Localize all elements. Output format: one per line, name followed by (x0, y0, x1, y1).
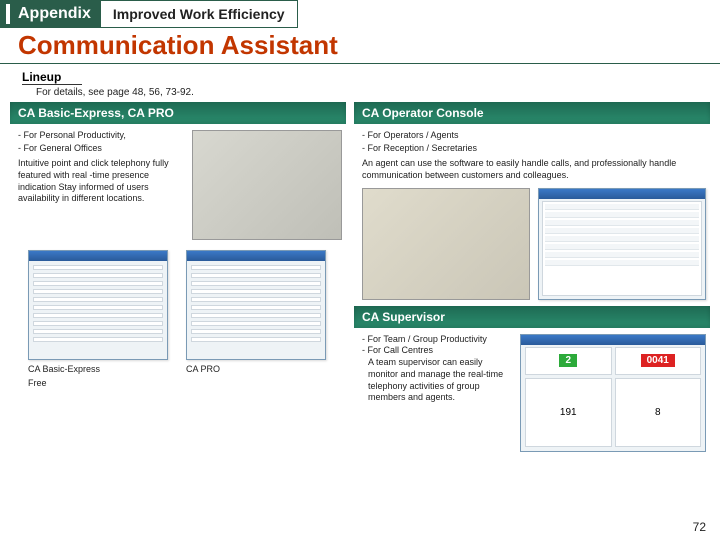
left-desc: Intuitive point and click telephony full… (18, 158, 184, 205)
dash-cell-a: 2 (525, 347, 612, 375)
screenshot-basic-express: CA Basic-Express Free (28, 250, 168, 388)
screenshot-pro: CA PRO (186, 250, 326, 388)
left-screenshots: CA Basic-Express Free CA PRO (10, 246, 346, 388)
left-text: - For Personal Productivity, - For Gener… (18, 130, 184, 240)
title-underline (0, 63, 720, 64)
rbot-desc: A team supervisor can easily monitor and… (362, 357, 512, 404)
right-top-heading: CA Operator Console (354, 102, 710, 124)
dash-badge-b: 0041 (641, 354, 675, 367)
shot2-caption-line1: CA PRO (186, 364, 326, 374)
header-appendix: Appendix (0, 0, 101, 28)
lineup-details: For details, see page 48, 56, 73-92. (36, 87, 720, 98)
left-photo (192, 130, 342, 240)
dash-cell-b: 0041 (615, 347, 702, 375)
rbot-bullet-1: - For Team / Group Productivity (362, 334, 512, 346)
supervisor-window-icon: 2 0041 191 8 (520, 334, 706, 452)
left-bullet-1: - For Personal Productivity, (18, 130, 184, 142)
shot1-caption-line1: CA Basic-Express (28, 364, 168, 374)
right-column: CA Operator Console - For Operators / Ag… (354, 102, 710, 458)
left-body: - For Personal Productivity, - For Gener… (10, 124, 346, 246)
dash-cell-d: 8 (615, 378, 702, 447)
right-bottom-text: - For Team / Group Productivity - For Ca… (362, 334, 512, 452)
right-bottom-body: - For Team / Group Productivity - For Ca… (354, 328, 710, 458)
dash-value-c: 191 (560, 407, 577, 418)
page-title: Communication Assistant (0, 28, 720, 61)
dash-value-d: 8 (655, 407, 661, 418)
app-window-icon (28, 250, 168, 360)
header-subtitle: Improved Work Efficiency (101, 0, 298, 28)
right-top-images (354, 188, 710, 306)
right-bottom-heading: CA Supervisor (354, 306, 710, 328)
rtop-bullet-1: - For Operators / Agents (362, 130, 706, 142)
dash-cell-c: 191 (525, 378, 612, 447)
content-columns: CA Basic-Express, CA PRO - For Personal … (0, 102, 720, 458)
dash-badge-a: 2 (559, 354, 577, 367)
rbot-bullet-2: - For Call Centres (362, 345, 512, 357)
shot1-caption-line2: Free (28, 378, 168, 388)
rtop-desc: An agent can use the software to easily … (362, 158, 706, 181)
right-top-body: - For Operators / Agents - For Reception… (354, 124, 710, 188)
lineup-label: Lineup (22, 70, 82, 85)
handshake-photo (362, 188, 530, 300)
slide-header: Appendix Improved Work Efficiency (0, 0, 720, 28)
app-window-icon (186, 250, 326, 360)
rtop-bullet-2: - For Reception / Secretaries (362, 143, 706, 155)
left-heading: CA Basic-Express, CA PRO (10, 102, 346, 124)
operator-console-window-icon (538, 188, 706, 300)
left-bullet-2: - For General Offices (18, 143, 184, 155)
left-column: CA Basic-Express, CA PRO - For Personal … (10, 102, 346, 458)
right-top-text: - For Operators / Agents - For Reception… (362, 130, 706, 182)
lineup-section: Lineup (22, 70, 706, 85)
page-number: 72 (693, 520, 706, 534)
